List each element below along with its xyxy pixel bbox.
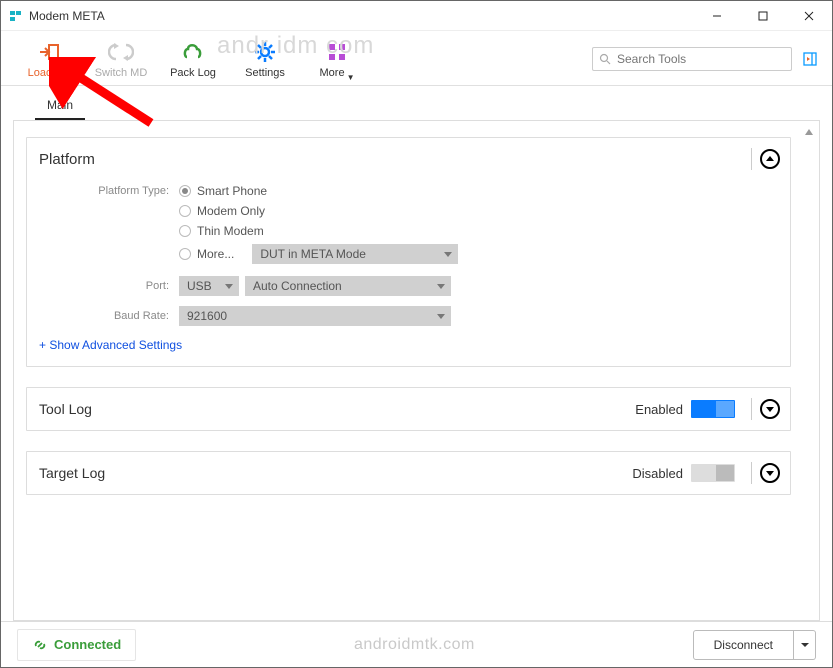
radio-smart-phone[interactable]: Smart Phone — [179, 184, 267, 198]
platform-section: Platform Platform Type: Smart Phone Mode… — [26, 137, 791, 367]
pack-log-icon — [180, 39, 206, 65]
disconnect-group: Disconnect — [693, 630, 816, 660]
tool-log-title: Tool Log — [39, 401, 635, 417]
target-log-header: Target Log Disabled — [27, 452, 790, 494]
baud-label: Baud Rate: — [39, 310, 179, 322]
platform-type-label: Platform Type: — [39, 185, 179, 197]
app-icon — [9, 9, 23, 23]
radio-modem-only[interactable]: Modem Only — [179, 204, 265, 218]
main-panel: Platform Platform Type: Smart Phone Mode… — [13, 120, 820, 621]
scrollbar[interactable] — [803, 127, 815, 137]
tool-log-expand-button[interactable] — [760, 399, 780, 419]
tool-log-status: Enabled — [635, 402, 683, 417]
pack-log-label: Pack Log — [170, 67, 216, 79]
tool-log-section: Tool Log Enabled — [26, 387, 791, 431]
port-connection-dropdown[interactable]: Auto Connection — [245, 276, 451, 296]
tab-row: Main — [13, 94, 820, 120]
platform-title: Platform — [39, 151, 743, 168]
switch-md-button[interactable]: Switch MD — [85, 37, 157, 79]
divider — [751, 462, 752, 484]
search-input[interactable] — [615, 51, 785, 67]
platform-header: Platform — [27, 138, 790, 180]
statusbar: Connected androidmtk.com Disconnect — [1, 621, 832, 667]
radio-icon — [179, 248, 191, 260]
pack-log-button[interactable]: Pack Log — [157, 37, 229, 79]
divider — [751, 398, 752, 420]
port-dropdown[interactable]: USB — [179, 276, 239, 296]
port-label: Port: — [39, 280, 179, 292]
radio-more[interactable]: More... — [179, 247, 234, 261]
show-advanced-link[interactable]: + Show Advanced Settings — [39, 338, 182, 352]
divider — [751, 148, 752, 170]
settings-icon — [252, 39, 278, 65]
more-button[interactable]: More▼ — [301, 37, 373, 79]
footer-watermark: androidmtk.com — [136, 636, 692, 654]
close-button[interactable] — [786, 1, 832, 31]
more-label: More▼ — [320, 67, 355, 79]
radio-icon — [179, 205, 191, 217]
titlebar: Modem META — [1, 1, 832, 31]
panel-toggle-button[interactable] — [800, 49, 820, 69]
tool-log-header: Tool Log Enabled — [27, 388, 790, 430]
radio-icon — [179, 185, 191, 197]
radio-icon — [179, 225, 191, 237]
link-icon — [32, 637, 48, 653]
more-icon — [324, 39, 350, 65]
target-log-section: Target Log Disabled — [26, 451, 791, 495]
load-db-icon — [36, 39, 62, 65]
toolbar: Load DB Switch MD Pack Log Settings More… — [1, 31, 832, 86]
disconnect-dropdown[interactable] — [794, 630, 816, 660]
load-db-label: Load DB — [28, 67, 71, 79]
content-area: Main Platform Platform Type: Smar — [1, 86, 832, 621]
target-log-title: Target Log — [39, 465, 632, 481]
app-window: Modem META Load DB Switch MD Pack Log — [0, 0, 833, 668]
search-icon — [599, 53, 611, 65]
connection-status[interactable]: Connected — [17, 629, 136, 661]
platform-body: Platform Type: Smart Phone Modem Only Th… — [27, 180, 790, 366]
maximize-button[interactable] — [740, 1, 786, 31]
baud-dropdown[interactable]: 921600 — [179, 306, 451, 326]
target-log-toggle[interactable] — [691, 464, 735, 482]
settings-button[interactable]: Settings — [229, 37, 301, 79]
load-db-button[interactable]: Load DB — [13, 37, 85, 79]
target-log-status: Disabled — [632, 466, 683, 481]
connected-label: Connected — [54, 637, 121, 652]
search-input-wrap[interactable] — [592, 47, 792, 71]
switch-md-label: Switch MD — [95, 67, 148, 79]
switch-md-icon — [108, 39, 134, 65]
platform-collapse-button[interactable] — [760, 149, 780, 169]
tool-log-toggle[interactable] — [691, 400, 735, 418]
settings-label: Settings — [245, 67, 285, 79]
target-log-expand-button[interactable] — [760, 463, 780, 483]
radio-thin-modem[interactable]: Thin Modem — [179, 224, 264, 238]
minimize-button[interactable] — [694, 1, 740, 31]
tab-main[interactable]: Main — [35, 94, 85, 120]
disconnect-button[interactable]: Disconnect — [693, 630, 794, 660]
more-mode-dropdown[interactable]: DUT in META Mode — [252, 244, 458, 264]
window-title: Modem META — [29, 9, 694, 23]
